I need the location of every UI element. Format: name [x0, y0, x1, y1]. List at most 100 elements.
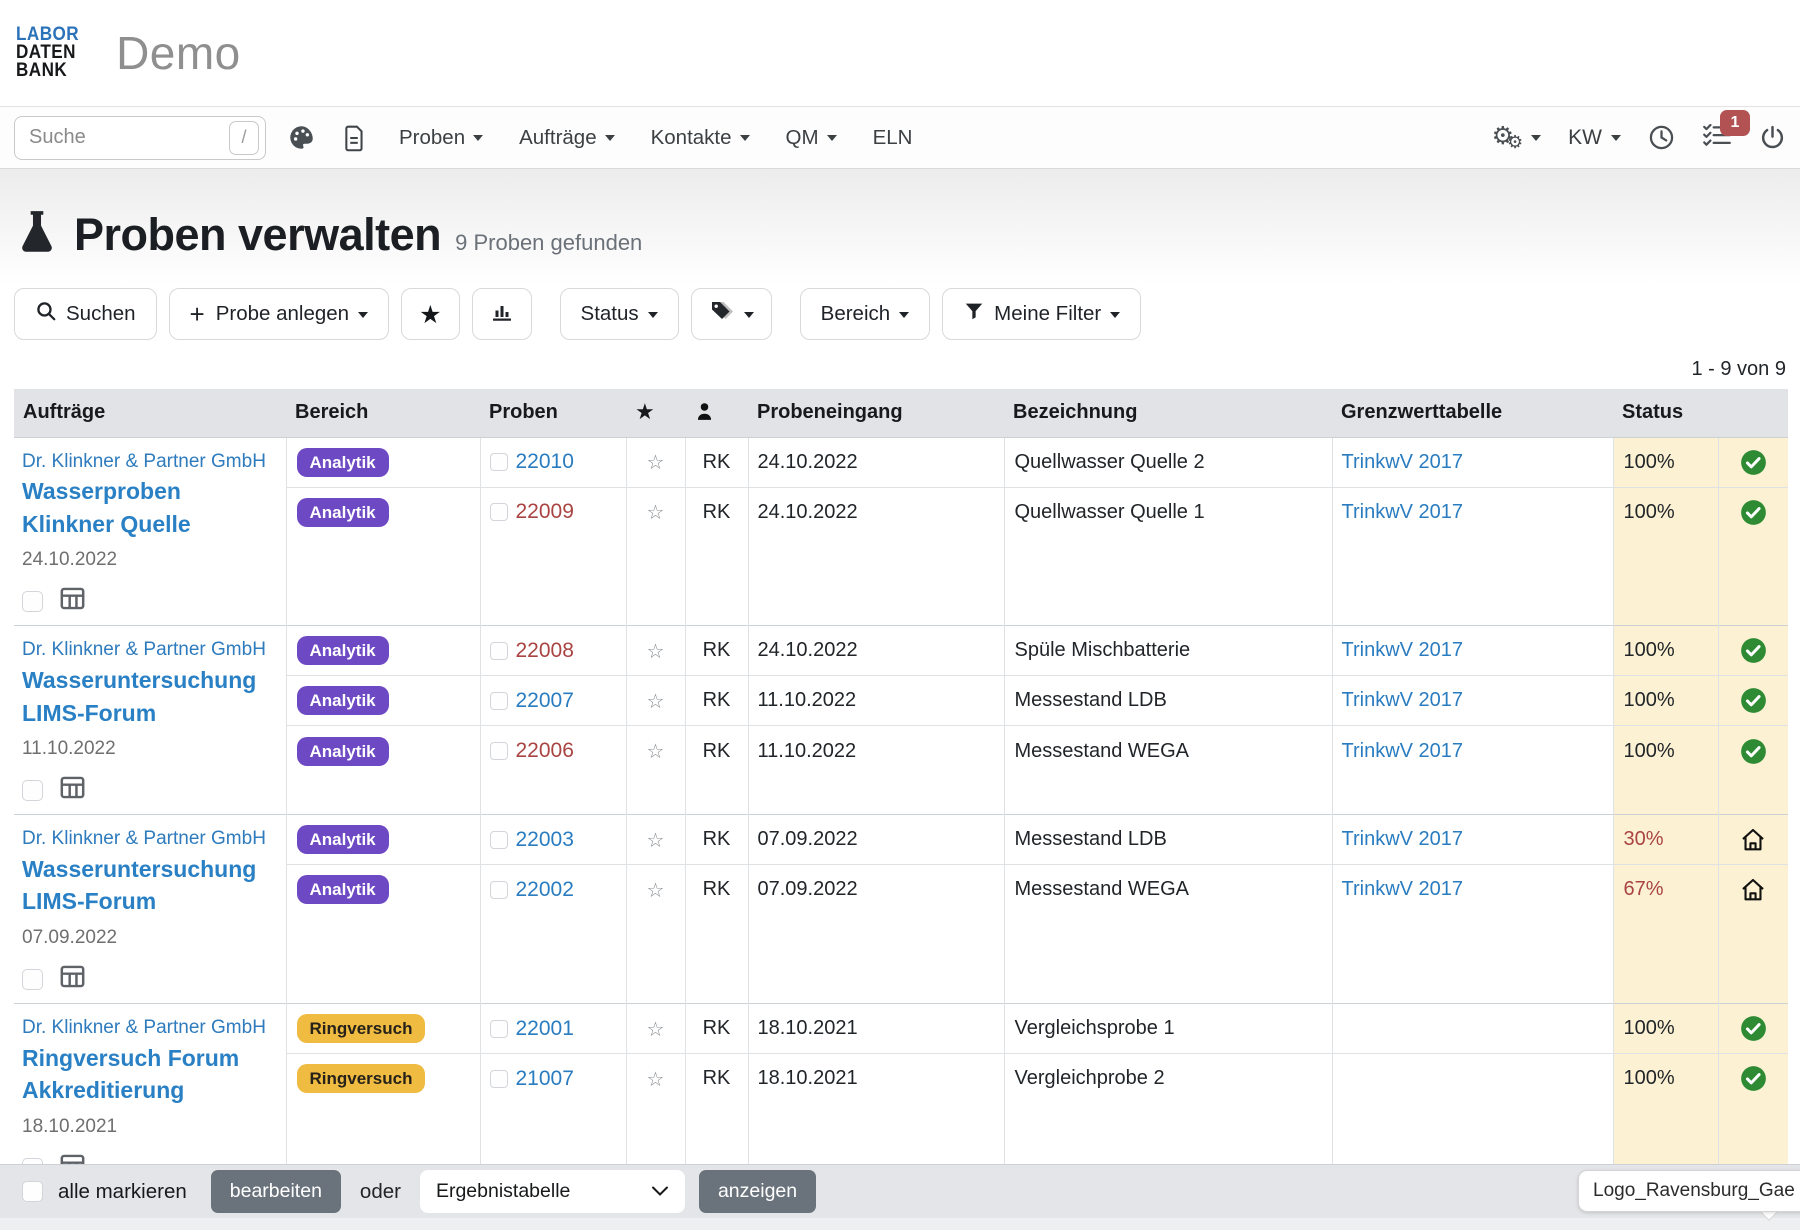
order-title-link[interactable]: Wasseruntersuchung	[22, 664, 276, 697]
order-title-link[interactable]: LIMS-Forum	[22, 885, 276, 918]
sample-number-link[interactable]: 22002	[516, 878, 574, 902]
user-menu[interactable]: KW	[1568, 126, 1621, 150]
responsible-initials: RK	[685, 865, 748, 915]
my-filters-button[interactable]: Meine Filter	[942, 288, 1141, 340]
limit-table-link[interactable]: TrinkwV 2017	[1342, 639, 1464, 661]
sample-checkbox[interactable]	[490, 881, 508, 899]
responsible-initials: RK	[685, 487, 748, 537]
status-check-icon	[1718, 1054, 1788, 1104]
favorite-star-icon[interactable]: ☆	[626, 437, 685, 487]
receipt-date: 07.09.2022	[748, 815, 1004, 865]
page-title: Proben verwalten	[74, 209, 441, 261]
status-percent: 100%	[1613, 487, 1718, 537]
order-cell-content: Dr. Klinkner & Partner GmbHWasserprobenK…	[22, 448, 276, 618]
sample-number-link[interactable]: 22001	[516, 1017, 574, 1041]
sample-checkbox[interactable]	[490, 642, 508, 660]
table-grid-icon[interactable]	[59, 775, 86, 806]
favorite-star-icon[interactable]: ☆	[626, 487, 685, 537]
sample-checkbox[interactable]	[490, 692, 508, 710]
chevron-down-icon	[473, 135, 483, 141]
create-sample-button[interactable]: + Probe anlegen	[169, 288, 390, 340]
order-title-link[interactable]: Klinkner Quelle	[22, 508, 276, 541]
order-checkbox[interactable]	[22, 780, 43, 801]
order-title-link[interactable]: LIMS-Forum	[22, 697, 276, 730]
view-select[interactable]: Ergebnistabelle	[420, 1170, 685, 1213]
sample-number-link[interactable]: 21007	[516, 1067, 574, 1091]
receipt-date: 18.10.2021	[748, 1054, 1004, 1104]
order-customer-link[interactable]: Dr. Klinkner & Partner GmbH	[22, 825, 276, 853]
sample-number-link[interactable]: 22010	[516, 450, 574, 474]
settings-gears-icon[interactable]: ⚙⚙	[1492, 123, 1542, 152]
chart-button[interactable]	[472, 288, 532, 340]
limit-table-link[interactable]: TrinkwV 2017	[1342, 451, 1464, 473]
responsible-initials: RK	[685, 1004, 748, 1054]
sample-number-link[interactable]: 22007	[516, 689, 574, 713]
limit-table-link[interactable]: TrinkwV 2017	[1342, 740, 1464, 762]
sample-checkbox[interactable]	[490, 503, 508, 521]
order-title-link[interactable]: Ringversuch Forum	[22, 1042, 276, 1075]
logout-power-icon[interactable]	[1759, 124, 1786, 151]
favorite-star-icon[interactable]: ☆	[626, 726, 685, 776]
document-icon[interactable]	[341, 124, 367, 152]
favorite-star-icon[interactable]: ☆	[626, 815, 685, 865]
status-percent: 100%	[1613, 437, 1718, 487]
sample-id-wrap: 22008	[490, 639, 626, 663]
tags-button[interactable]	[691, 288, 772, 340]
limit-table-link[interactable]: TrinkwV 2017	[1342, 689, 1464, 711]
main-navbar: / Proben Aufträge Kontakte QM	[0, 106, 1800, 169]
limit-table-link[interactable]: TrinkwV 2017	[1342, 828, 1464, 850]
sample-checkbox[interactable]	[490, 831, 508, 849]
search-button[interactable]: Suchen	[14, 288, 157, 340]
nav-menu-label: Proben	[399, 126, 465, 150]
sample-checkbox[interactable]	[490, 453, 508, 471]
order-title-link[interactable]: Akkreditierung	[22, 1074, 276, 1107]
status-home-icon	[1718, 865, 1788, 915]
favorite-star-icon[interactable]: ☆	[626, 1004, 685, 1054]
nav-menu-label: Aufträge	[519, 126, 597, 150]
favorite-star-icon[interactable]: ☆	[626, 676, 685, 726]
chevron-down-icon	[605, 135, 615, 141]
theme-palette-icon[interactable]	[288, 124, 315, 151]
nav-menu-kontakte[interactable]: Kontakte	[651, 126, 750, 150]
nav-menu-auftraege[interactable]: Aufträge	[519, 126, 615, 150]
labordatenbank-logo[interactable]: LABOR DATEN BANK	[16, 26, 79, 80]
show-button[interactable]: anzeigen	[699, 1170, 816, 1213]
tasks-checklist-icon[interactable]: 1	[1702, 122, 1732, 153]
filler-cell	[1004, 537, 1332, 626]
history-clock-icon[interactable]	[1648, 124, 1675, 151]
table-grid-icon[interactable]	[59, 586, 86, 617]
nav-menu-eln[interactable]: ELN	[873, 126, 913, 150]
order-checkbox[interactable]	[22, 969, 43, 990]
bereich-filter-button[interactable]: Bereich	[800, 288, 931, 340]
sample-checkbox[interactable]	[490, 1070, 508, 1088]
limit-table-cell: TrinkwV 2017	[1332, 626, 1613, 676]
order-title-link[interactable]: Wasseruntersuchung	[22, 853, 276, 886]
order-customer-link[interactable]: Dr. Klinkner & Partner GmbH	[22, 636, 276, 664]
limit-table-link[interactable]: TrinkwV 2017	[1342, 501, 1464, 523]
bulk-action-bar: alle markieren bearbeiten oder Ergebnist…	[0, 1164, 1800, 1218]
order-title-link[interactable]: Wasserproben	[22, 475, 276, 508]
sample-number-link[interactable]: 22009	[516, 500, 574, 524]
status-home-icon	[1718, 815, 1788, 865]
favorite-star-icon[interactable]: ☆	[626, 865, 685, 915]
nav-menu-qm[interactable]: QM	[786, 126, 837, 150]
order-checkbox[interactable]	[22, 591, 43, 612]
sample-number-link[interactable]: 22008	[516, 639, 574, 663]
table-grid-icon[interactable]	[59, 964, 86, 995]
sample-checkbox[interactable]	[490, 1020, 508, 1038]
status-filter-button[interactable]: Status	[560, 288, 679, 340]
select-all-checkbox[interactable]	[22, 1181, 43, 1202]
order-customer-link[interactable]: Dr. Klinkner & Partner GmbH	[22, 1014, 276, 1042]
limit-table-cell: TrinkwV 2017	[1332, 726, 1613, 776]
favorites-button[interactable]: ★	[401, 288, 459, 340]
sample-checkbox[interactable]	[490, 742, 508, 760]
favorite-star-icon[interactable]: ☆	[626, 1054, 685, 1104]
order-customer-link[interactable]: Dr. Klinkner & Partner GmbH	[22, 448, 276, 476]
sample-number-link[interactable]: 22003	[516, 828, 574, 852]
sample-number-link[interactable]: 22006	[516, 739, 574, 763]
nav-menu-proben[interactable]: Proben	[399, 126, 483, 150]
limit-table-link[interactable]: TrinkwV 2017	[1342, 878, 1464, 900]
favorite-star-icon[interactable]: ☆	[626, 626, 685, 676]
edit-button[interactable]: bearbeiten	[211, 1170, 341, 1213]
sample-name: Quellwasser Quelle 1	[1004, 487, 1332, 537]
